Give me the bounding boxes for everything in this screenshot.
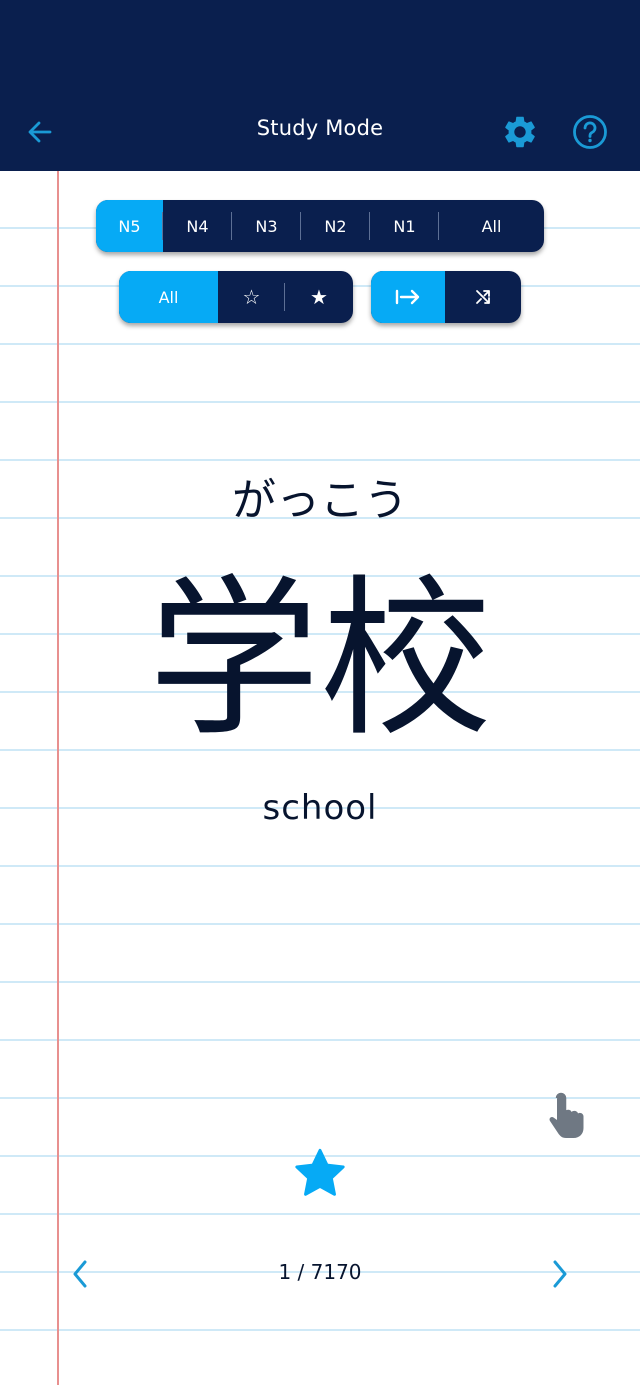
star-outline-icon: ☆ [242,285,261,309]
level-option-all[interactable]: All [439,200,544,252]
level-option-n5[interactable]: N5 [96,200,163,252]
level-option-n3[interactable]: N3 [232,200,301,252]
jlpt-level-selector: N5 N4 N3 N2 N1 All [96,200,544,252]
star-filter-selector: All ☆ ★ [119,271,353,323]
question-circle-icon [573,115,607,149]
card-kanji: 学校 [148,559,492,760]
filter-option-unstarred[interactable]: ☆ [218,271,285,323]
favorite-button[interactable] [291,1145,349,1203]
level-option-n1[interactable]: N1 [370,200,439,252]
filter-option-starred[interactable]: ★ [285,271,353,323]
settings-button[interactable] [500,112,540,152]
star-filled-icon: ★ [310,285,328,309]
order-selector [371,271,521,323]
page-title: Study Mode [256,116,384,140]
chevron-right-icon [553,1260,567,1288]
star-filled-icon [295,1148,345,1196]
level-option-n4[interactable]: N4 [163,200,232,252]
gear-icon [505,116,535,148]
filter-option-all[interactable]: All [119,271,218,323]
help-button[interactable] [570,112,610,152]
card-meaning: school [262,788,378,828]
order-option-sequential[interactable] [371,271,445,323]
shuffle-icon [476,290,490,304]
margin-line [57,171,59,1385]
tap-hand-icon[interactable] [542,1090,586,1140]
order-option-shuffle[interactable] [445,271,521,323]
card-reading: がっこう [232,475,408,526]
level-option-n2[interactable]: N2 [301,200,370,252]
next-card-button[interactable] [540,1254,580,1294]
app-header: Study Mode [0,0,640,171]
sequential-icon [395,289,420,305]
